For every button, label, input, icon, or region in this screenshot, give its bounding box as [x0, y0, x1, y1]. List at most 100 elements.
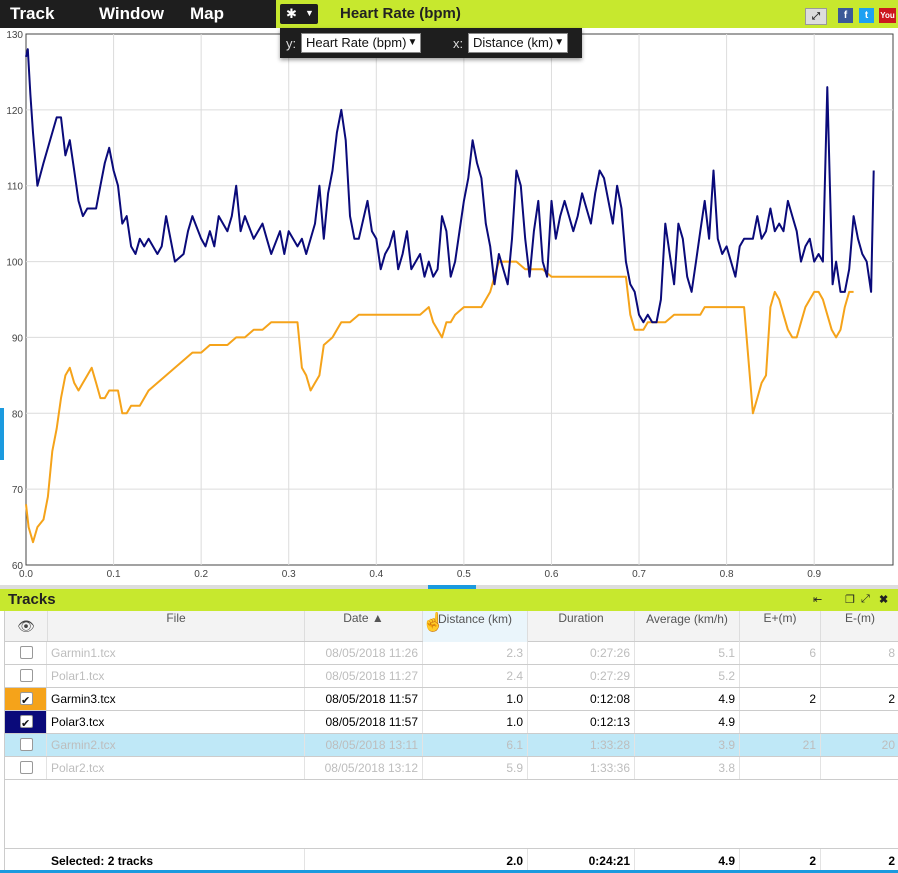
cell-duration: 0:27:26	[528, 642, 635, 664]
y-tick-label: 70	[12, 485, 24, 496]
hand-cursor-icon: ☝	[422, 612, 445, 632]
cell-date: 08/05/2018 11:27	[305, 665, 423, 687]
col-average[interactable]: Average (km/h)	[635, 611, 740, 642]
table-row[interactable]: Polar1.tcx 08/05/2018 11:27 2.4 0:27:29 5.2	[5, 665, 898, 688]
track-visible-checkbox[interactable]	[20, 669, 33, 682]
menu-window[interactable]: Window	[99, 4, 164, 24]
row-visibility-cell	[5, 665, 47, 687]
track-visible-checkbox[interactable]	[20, 690, 33, 710]
maximize-icon[interactable]: ⤢	[861, 593, 870, 606]
tracks-panel-header: Tracks ⇤ ❐ ⤢ ✖	[0, 589, 898, 611]
y-tick-label: 100	[6, 258, 23, 269]
visibility-column-header[interactable]: 👁	[5, 611, 48, 641]
menu-track[interactable]: Track	[10, 4, 54, 24]
cell-file: Garmin2.tcx	[47, 734, 305, 756]
y-tick-label: 90	[12, 333, 24, 344]
cell-file: Polar3.tcx	[47, 711, 305, 733]
y-tick-label: 120	[6, 106, 23, 117]
close-icon[interactable]: ✖	[879, 593, 888, 606]
heart-rate-chart[interactable]: 0.0 0.1 0.2 0.3 0.4 0.5 0.6 0.7 0.8 0.96070809010…	[0, 28, 898, 585]
row-visibility-cell	[5, 734, 47, 756]
table-row[interactable]: Garmin3.tcx08/05/2018 11:571.00:12:084.9…	[5, 688, 898, 711]
col-file[interactable]: File	[48, 611, 305, 641]
cell-date: 08/05/2018 11:57	[305, 711, 423, 733]
cell-file: Polar1.tcx	[47, 665, 305, 687]
x-tick-label: 0.3	[282, 569, 296, 580]
x-axis-select[interactable]: Distance (km) ▼	[468, 33, 569, 53]
cell-distance: 1.0	[423, 688, 528, 710]
table-row[interactable]: Garmin1.tcx 08/05/2018 11:26 2.3 0:27:26 5.1…	[5, 642, 898, 665]
cell-eminus: 20	[881, 738, 895, 752]
table-row[interactable]: Polar3.tcx08/05/2018 11:571.00:12:134.9	[5, 711, 898, 734]
cell-average: 4.9	[635, 711, 740, 733]
x-tick-label: 0.1	[107, 569, 121, 580]
x-tick-label: 0.5	[457, 569, 471, 580]
col-eplus[interactable]: E+(m)	[740, 611, 821, 641]
gear-icon: ✱	[286, 6, 297, 21]
x-tick-label: 0.2	[194, 569, 208, 580]
cell-date: 08/05/2018 11:26	[305, 642, 423, 664]
cell-file: Polar2.tcx	[47, 757, 305, 779]
cell-average: 5.2	[635, 665, 740, 687]
row-visibility-cell	[5, 642, 47, 664]
y-tick-label: 60	[12, 561, 24, 572]
row-visibility-cell	[5, 711, 47, 733]
cell-eminus: 2	[888, 692, 895, 706]
y-axis-value: Heart Rate (bpm)	[306, 35, 407, 50]
track-visible-checkbox[interactable]	[20, 713, 33, 733]
collapse-icon[interactable]: ⇤	[813, 593, 822, 606]
y-axis-label: y:	[286, 36, 297, 51]
x-tick-label: 0.7	[632, 569, 646, 580]
menu-map[interactable]: Map	[190, 4, 224, 24]
fullscreen-icon[interactable]: ⤢	[805, 8, 827, 25]
x-axis-label: x:	[453, 36, 464, 51]
col-duration[interactable]: Duration	[528, 611, 635, 641]
track-visible-checkbox[interactable]	[20, 738, 33, 751]
table-row[interactable]: Garmin2.tcx 08/05/2018 13:11 6.1 1:33:28 3.9…	[5, 734, 898, 757]
cell-eminus	[821, 665, 898, 687]
col-date[interactable]: Date ▲	[305, 611, 423, 641]
x-axis-value: Distance (km)	[473, 35, 554, 50]
chart-settings-button[interactable]: ✱ ▼	[280, 4, 318, 24]
tracks-table: 👁 File Date ▲ Distance (km) Duration Ave…	[4, 611, 898, 873]
cell-average: 5.1	[635, 642, 740, 664]
x-tick-label: 0.9	[807, 569, 821, 580]
cell-distance: 5.9	[423, 757, 528, 779]
twitter-icon[interactable]: t	[859, 8, 874, 23]
cell-date: 08/05/2018 13:11	[305, 734, 423, 756]
caret-down-icon: ▼	[305, 8, 314, 18]
col-eminus[interactable]: E-(m)	[821, 611, 898, 641]
y-axis-select[interactable]: Heart Rate (bpm) ▼	[301, 33, 422, 53]
x-tick-label: 0.4	[369, 569, 383, 580]
cell-file: Garmin3.tcx	[47, 688, 305, 710]
table-row[interactable]: Polar2.tcx 08/05/2018 13:12 5.9 1:33:36 3.8	[5, 757, 898, 780]
cell-duration: 1:33:28	[528, 734, 635, 756]
cell-eminus	[821, 757, 898, 779]
row-visibility-cell	[5, 757, 47, 779]
facebook-icon[interactable]: f	[838, 8, 853, 23]
youtube-icon[interactable]: You	[879, 8, 896, 23]
restore-icon[interactable]: ❐	[845, 593, 855, 606]
cell-average: 3.8	[635, 757, 740, 779]
cell-average: 4.9	[635, 688, 740, 710]
cell-date: 08/05/2018 13:12	[305, 757, 423, 779]
cell-date: 08/05/2018 11:57	[305, 688, 423, 710]
table-header: 👁 File Date ▲ Distance (km) Duration Ave…	[5, 611, 898, 642]
cell-distance: 2.4	[423, 665, 528, 687]
chart-title: Heart Rate (bpm)	[340, 5, 461, 22]
y-tick-label: 110	[7, 182, 23, 193]
cell-eminus	[821, 711, 898, 733]
y-tick-label: 80	[12, 409, 24, 420]
track-visible-checkbox[interactable]	[20, 646, 33, 659]
cell-distance: 1.0	[423, 711, 528, 733]
plot-area	[25, 33, 894, 566]
cell-eplus: 2	[740, 688, 821, 710]
dropdown-arrow-icon: ▼	[554, 37, 565, 48]
cell-duration: 0:27:29	[528, 665, 635, 687]
row-visibility-cell	[5, 688, 47, 710]
cell-eplus: 6	[740, 642, 821, 664]
x-tick-label: 0.6	[545, 569, 559, 580]
track-visible-checkbox[interactable]	[20, 761, 33, 774]
cell-file: Garmin1.tcx	[47, 642, 305, 664]
tracks-panel-title: Tracks	[8, 591, 56, 608]
